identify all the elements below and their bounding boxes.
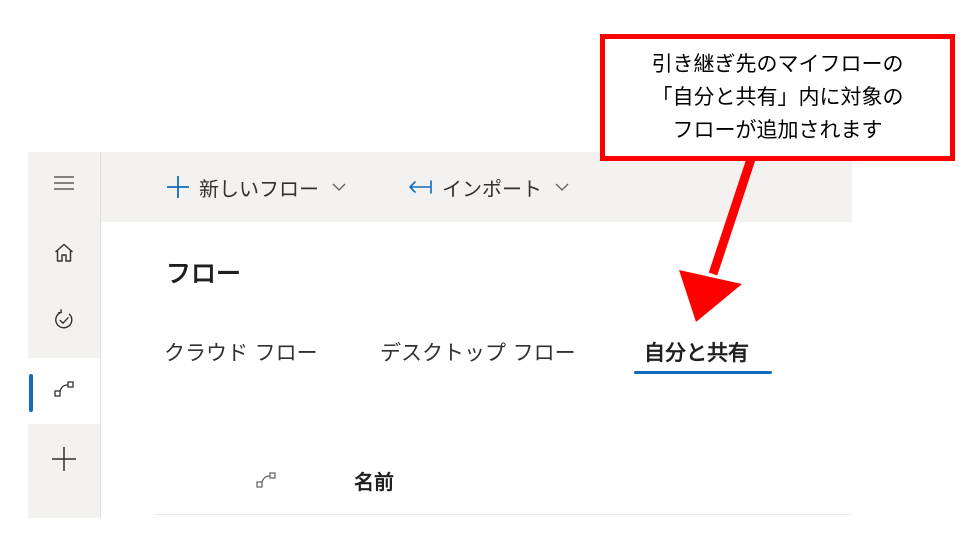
page: 新しいフロー インポート フロー クラウド フロー デスクトップ フロー 自分と… bbox=[0, 0, 976, 534]
callout-line: 「自分と共有」内に対象の bbox=[651, 85, 904, 109]
annotation-callout: 引き継ぎ先のマイフローの 「自分と共有」内に対象の フローが追加されます bbox=[600, 34, 955, 161]
callout-line: フローが追加されます bbox=[672, 118, 883, 142]
callout-line: 引き継ぎ先のマイフローの bbox=[651, 52, 904, 76]
